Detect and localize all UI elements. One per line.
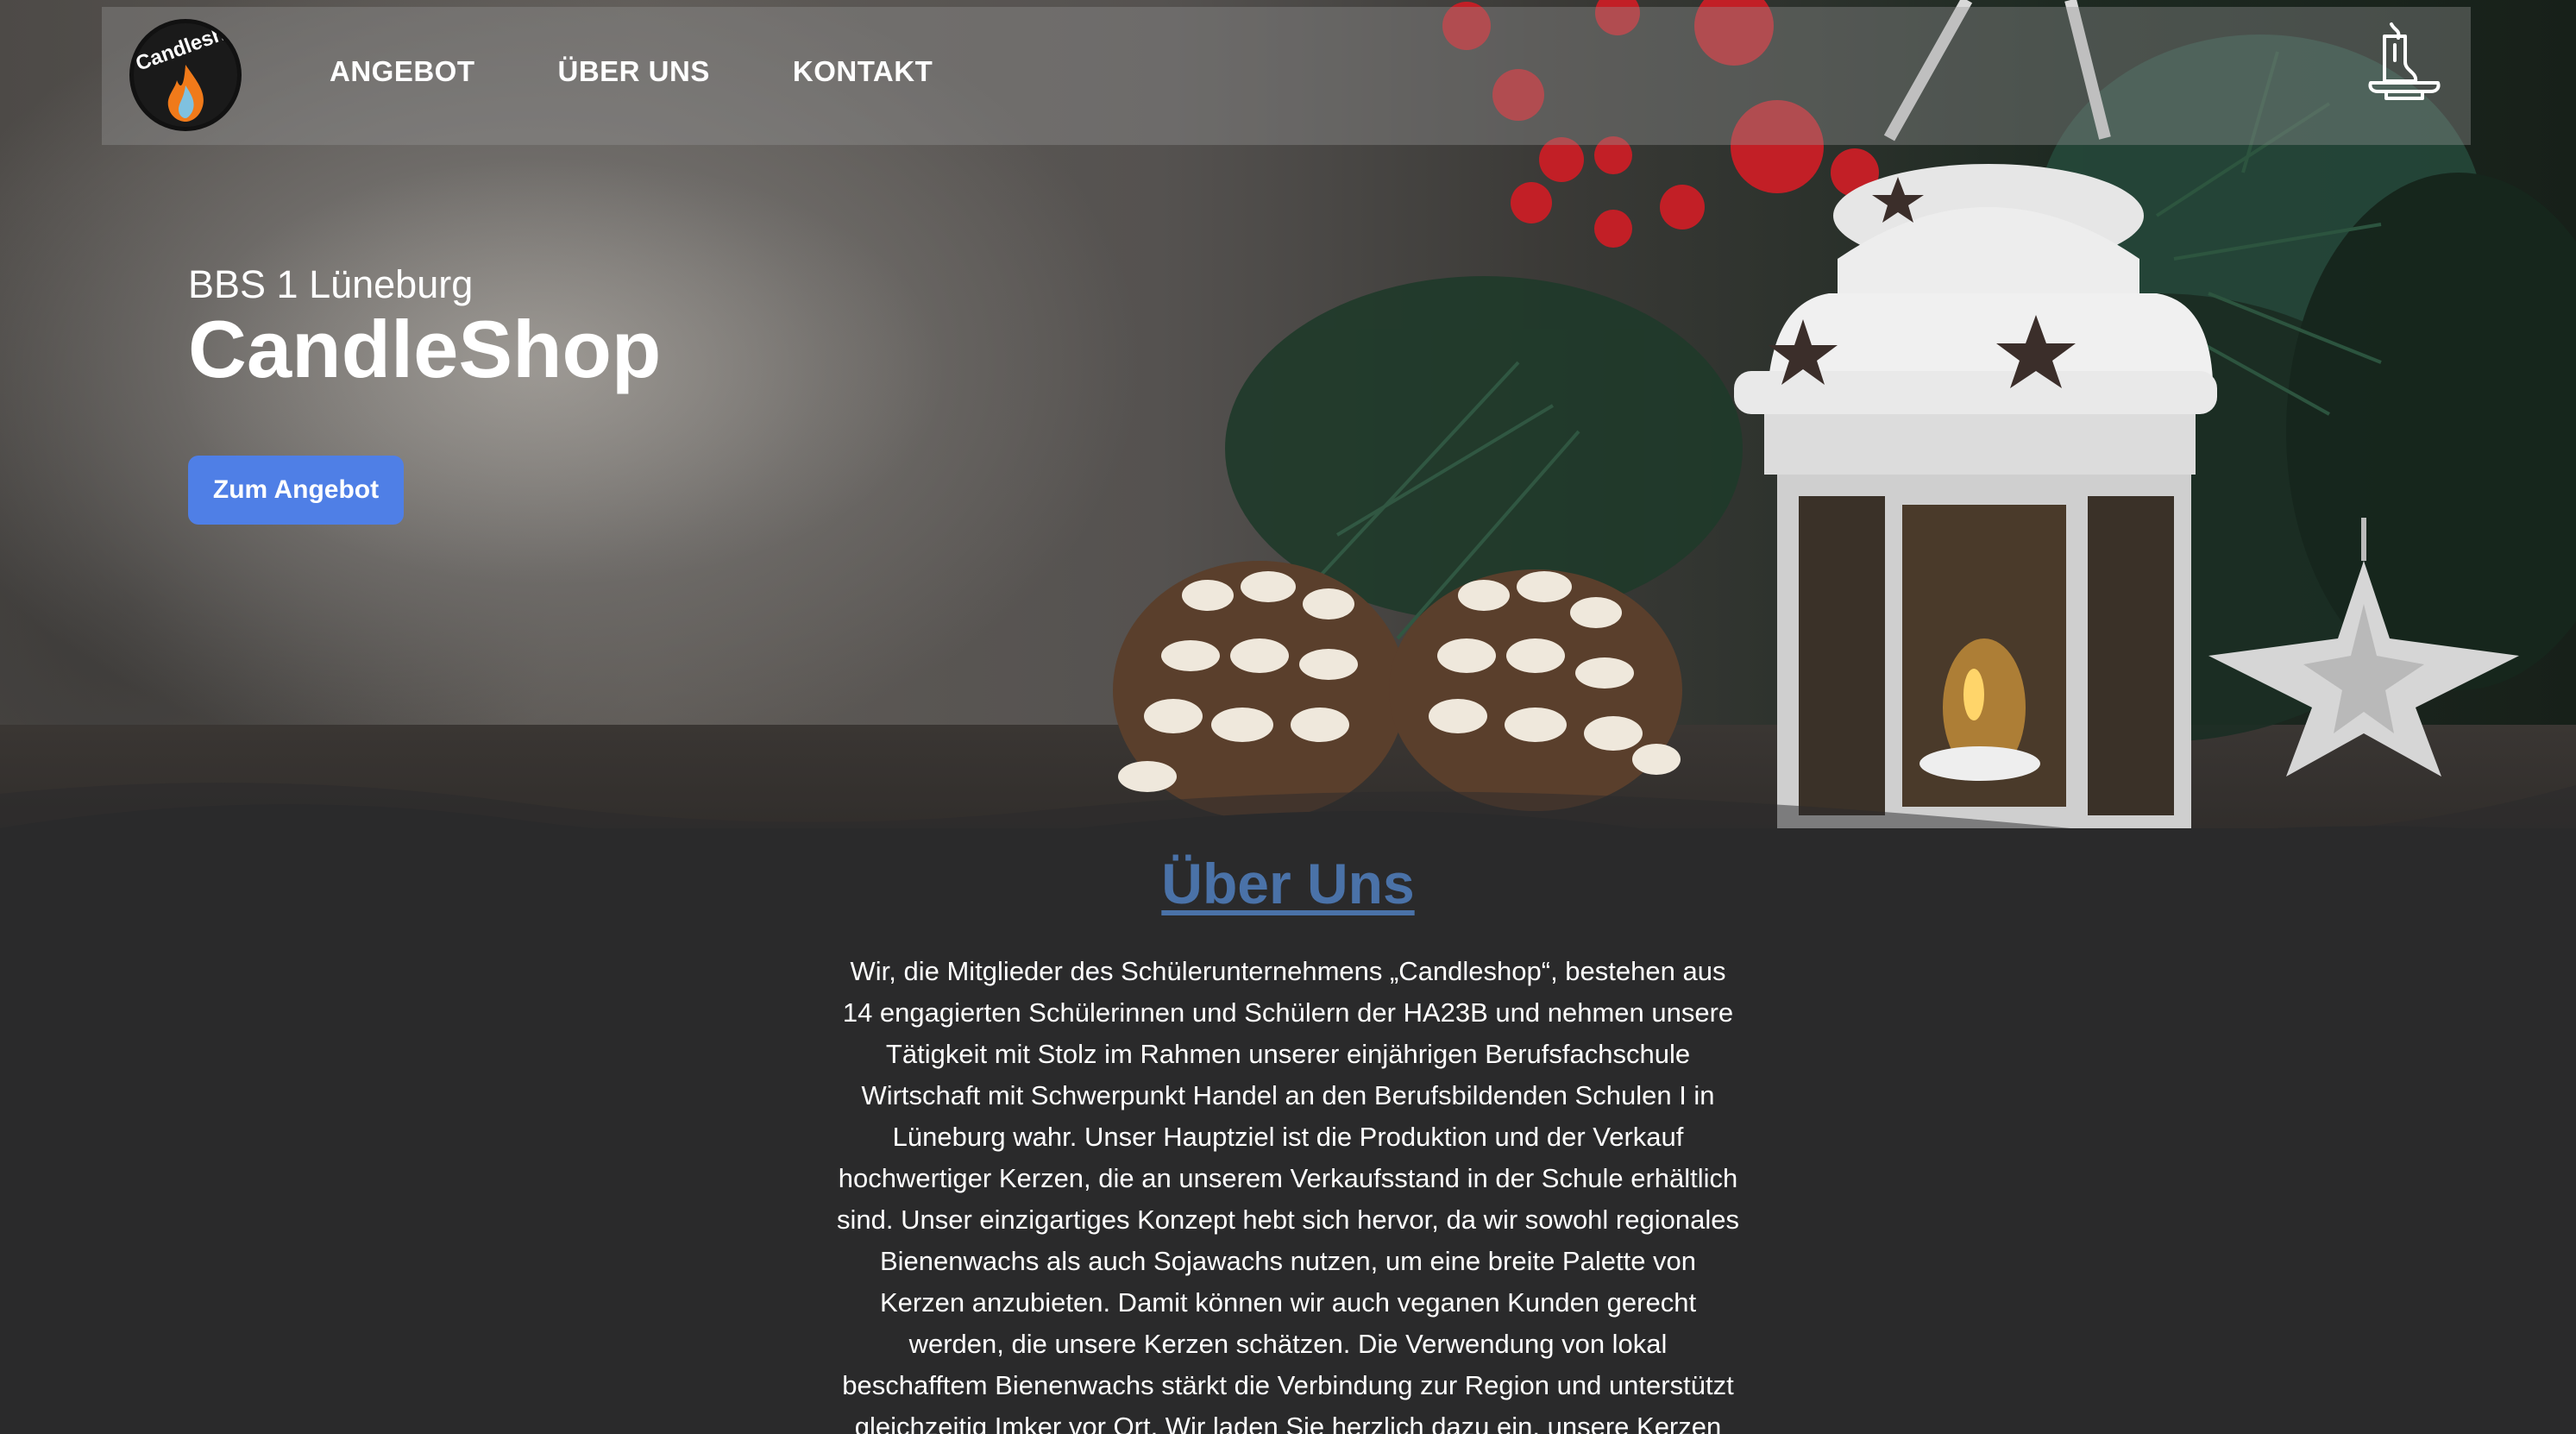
nav-link-ueber-uns[interactable]: ÜBER UNS	[558, 55, 710, 88]
about-text: Wir, die Mitglieder des Schülerunternehm…	[837, 956, 1739, 1434]
about-title[interactable]: Über Uns	[0, 851, 2576, 916]
candleshop-logo[interactable]: Candleshop	[129, 19, 242, 131]
nav-link-kontakt[interactable]: KONTAKT	[793, 55, 933, 88]
nav-link-angebot[interactable]: ANGEBOT	[330, 55, 475, 88]
zum-angebot-button[interactable]: Zum Angebot	[188, 456, 404, 525]
candle-icon[interactable]	[2366, 19, 2443, 101]
main-navigation: ANGEBOT ÜBER UNS KONTAKT	[330, 55, 933, 88]
flame-icon	[167, 65, 204, 122]
hero-subtitle: BBS 1 Lüneburg	[188, 262, 474, 306]
about-section: Über Uns Wir, die Mitglieder des Schüler…	[0, 828, 2576, 1434]
hero-heading-group: BBS 1 Lüneburg CandleShop	[188, 262, 661, 393]
hero-title: CandleShop	[188, 304, 662, 394]
